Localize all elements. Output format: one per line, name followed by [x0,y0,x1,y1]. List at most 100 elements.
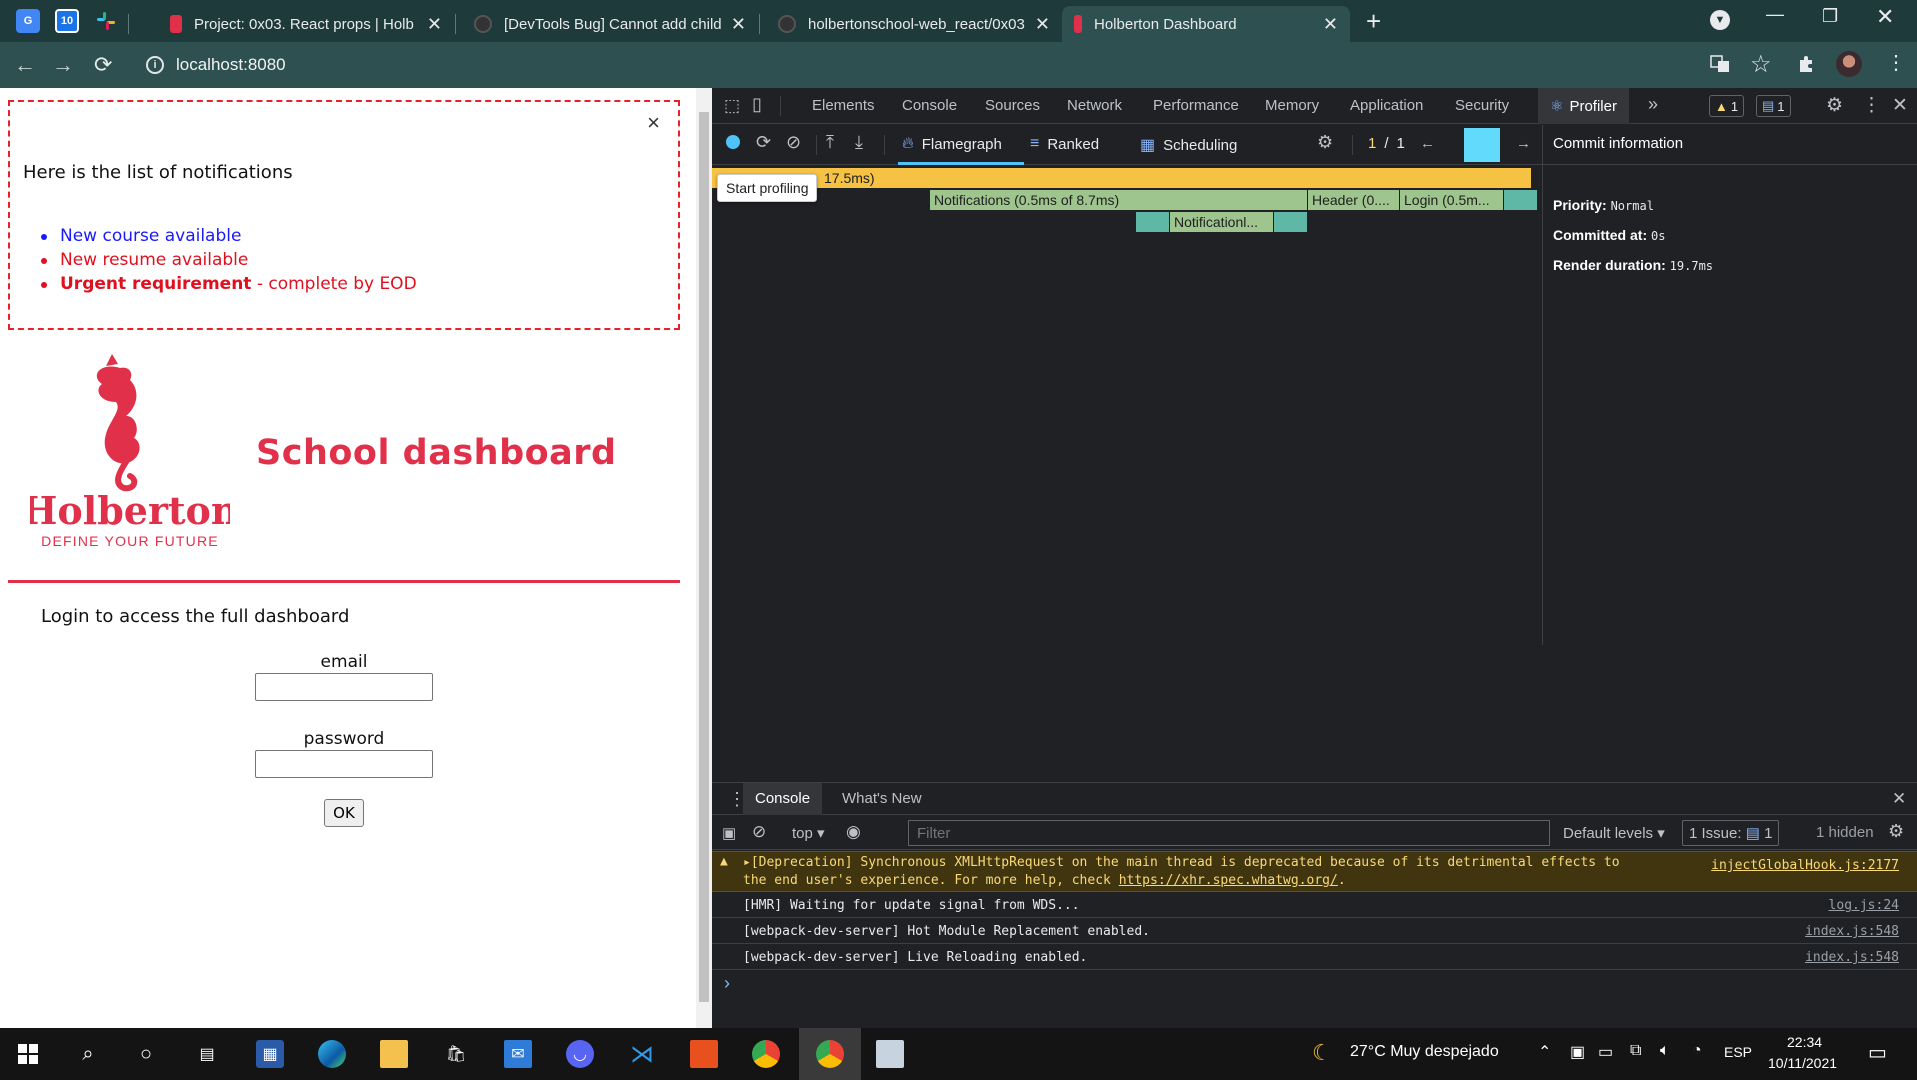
clear-profile-icon[interactable]: ⊘ [786,132,801,153]
log-levels-dropdown[interactable]: Default levels ▾ [1563,824,1665,842]
extensions-puzzle-icon[interactable] [1797,54,1817,80]
clock-time[interactable]: 22:34 [1787,1034,1822,1050]
flame-bar-root[interactable]: 17.5ms) [712,168,1532,188]
tab-elements[interactable]: Elements [812,97,875,114]
view-ranked[interactable]: ≡ Ranked [1030,135,1099,153]
tab-profiler[interactable]: ⚛ Profiler [1538,88,1629,124]
back-arrow-icon[interactable]: ← [14,52,36,78]
new-tab-button[interactable]: + [1366,6,1381,37]
console-filter-input[interactable] [908,820,1550,846]
record-button[interactable] [726,135,740,149]
address-bar[interactable]: i localhost:8080 [136,48,1741,82]
flame-bar-child[interactable] [1136,212,1170,232]
console-message-source[interactable]: index.js:548 [1805,950,1899,965]
device-toolbar-icon[interactable]: ▯ [752,94,762,115]
console-sidebar-icon[interactable]: ▣ [722,824,736,842]
reload-icon[interactable]: ⟳ [94,52,112,78]
view-scheduling[interactable]: ▦ Scheduling [1140,135,1237,155]
translate-icon[interactable] [1710,54,1730,80]
browser-menu-icon[interactable]: ⋮ [1886,50,1906,75]
console-message-source[interactable]: log.js:24 [1829,898,1899,913]
browser-tab-holberton-dashboard[interactable]: Holberton Dashboard ✕ [1062,6,1350,42]
meet-now-icon[interactable]: ▣ [1570,1042,1585,1062]
tab-network[interactable]: Network [1067,97,1122,114]
inspect-element-icon[interactable]: ⬚ [724,96,740,116]
profile-avatar[interactable] [1836,51,1862,77]
site-info-icon[interactable]: i [146,56,164,74]
wifi-icon[interactable]: ◔ [1692,1042,1702,1060]
clear-console-icon[interactable]: ⊘ [752,822,766,842]
close-devtools-icon[interactable]: ✕ [1892,94,1908,117]
load-profile-icon[interactable]: ⤒ [826,132,834,153]
console-settings-gear-icon[interactable]: ⚙ [1888,821,1904,842]
console-message-source[interactable]: injectGlobalHook.js:2177 [1711,858,1899,873]
cortana-icon[interactable]: ○ [132,1040,160,1068]
context-selector[interactable]: top ▾ [792,824,825,842]
more-tabs-icon[interactable]: » [1648,94,1658,115]
notification-item[interactable]: New resume available [41,248,417,272]
previous-commit-icon[interactable]: ← [1420,135,1435,152]
commit-bar[interactable] [1464,128,1500,162]
console-message[interactable]: [HMR] Waiting for update signal from WDS… [712,892,1917,918]
tab-sources[interactable]: Sources [985,97,1040,114]
warnings-badge[interactable]: ▲ 1 [1709,95,1745,117]
restore-button[interactable]: ❐ [1822,6,1838,27]
tab-search-icon[interactable]: ▼ [1710,10,1730,30]
battery-icon[interactable]: ▭ [1598,1042,1613,1062]
next-commit-icon[interactable]: → [1516,135,1531,152]
view-flamegraph[interactable]: 🔥︎ Flamegraph [902,135,1002,153]
flame-bar-header[interactable]: Header (0.... [1308,190,1400,210]
browser-tab-devtools-bug[interactable]: [DevTools Bug] Cannot add child ✕ [462,6,758,42]
settings-gear-icon[interactable]: ⚙ [1826,94,1843,117]
drawer-tab-console[interactable]: Console [743,783,823,815]
volume-icon[interactable]: 🔈︎ [1660,1042,1670,1060]
forward-arrow-icon[interactable]: → [52,52,74,78]
notification-center-icon[interactable]: ▭ [1868,1040,1887,1065]
google-translate-pinned-tab-icon[interactable]: G [16,9,40,33]
minimize-button[interactable]: — [1766,4,1784,25]
flame-bar-notifications[interactable]: Notifications (0.5ms of 8.7ms) [930,190,1308,210]
close-notifications-icon[interactable]: × [647,110,660,136]
flame-bar-footer[interactable] [1504,190,1538,210]
tab-security[interactable]: Security [1455,97,1509,114]
tab-console[interactable]: Console [902,97,957,114]
browser-tab-project[interactable]: Project: 0x03. React props | Holbe ✕ [158,6,454,42]
search-icon[interactable]: ⌕ [74,1040,102,1068]
tab-memory[interactable]: Memory [1265,97,1319,114]
display-icon[interactable]: ⧉ [1630,1042,1641,1060]
bookmark-star-icon[interactable]: ☆ [1750,50,1772,79]
mail-app-icon[interactable]: ✉ [504,1040,532,1068]
devtools-menu-icon[interactable]: ⋮ [1862,94,1881,117]
windows-start-icon[interactable] [14,1040,42,1068]
notification-item[interactable]: New course available [41,224,417,248]
calendar-pinned-tab-icon[interactable]: 10 [55,9,79,33]
close-window-button[interactable]: ✕ [1876,4,1894,30]
chrome-active-app[interactable] [799,1028,861,1080]
language-indicator[interactable]: ESP [1724,1044,1752,1060]
xhr-spec-link[interactable]: https://xhr.spec.whatwg.org/ [1119,873,1338,888]
discord-app-icon[interactable]: ◡ [566,1040,594,1068]
office-app-icon[interactable] [690,1040,718,1068]
weather-text[interactable]: 27°C Muy despejado [1350,1043,1499,1061]
calculator-app-icon[interactable]: ▦ [256,1040,284,1068]
issues-button[interactable]: 1 Issue: ▤ 1 [1682,820,1780,846]
close-tab-icon[interactable]: ✕ [731,14,746,35]
browser-tab-repo[interactable]: holbertonschool-web_react/0x03 ✕ [766,6,1062,42]
flame-bar-login[interactable]: Login (0.5m... [1400,190,1504,210]
save-profile-icon[interactable]: ⤓ [855,132,863,153]
close-drawer-icon[interactable]: ✕ [1880,783,1917,815]
console-message-warning[interactable]: ▲ ▸[Deprecation] Synchronous XMLHttpRequ… [712,851,1917,892]
close-tab-icon[interactable]: ✕ [1323,14,1338,35]
console-prompt[interactable]: › [724,973,730,994]
reload-and-profile-icon[interactable]: ⟳ [756,132,771,153]
close-tab-icon[interactable]: ✕ [1035,14,1050,35]
page-scrollbar[interactable] [696,88,712,1028]
show-hidden-icons-icon[interactable]: ⌃ [1538,1042,1551,1062]
close-tab-icon[interactable]: ✕ [427,14,442,35]
tab-performance[interactable]: Performance [1153,97,1239,114]
remote-desktop-app-icon[interactable] [876,1040,904,1068]
live-expression-eye-icon[interactable]: ◉ [846,822,861,842]
vscode-app-icon[interactable]: ⋊ [628,1040,656,1068]
login-submit-button[interactable]: OK [324,799,364,827]
drawer-tab-whats-new[interactable]: What's New [830,783,934,815]
